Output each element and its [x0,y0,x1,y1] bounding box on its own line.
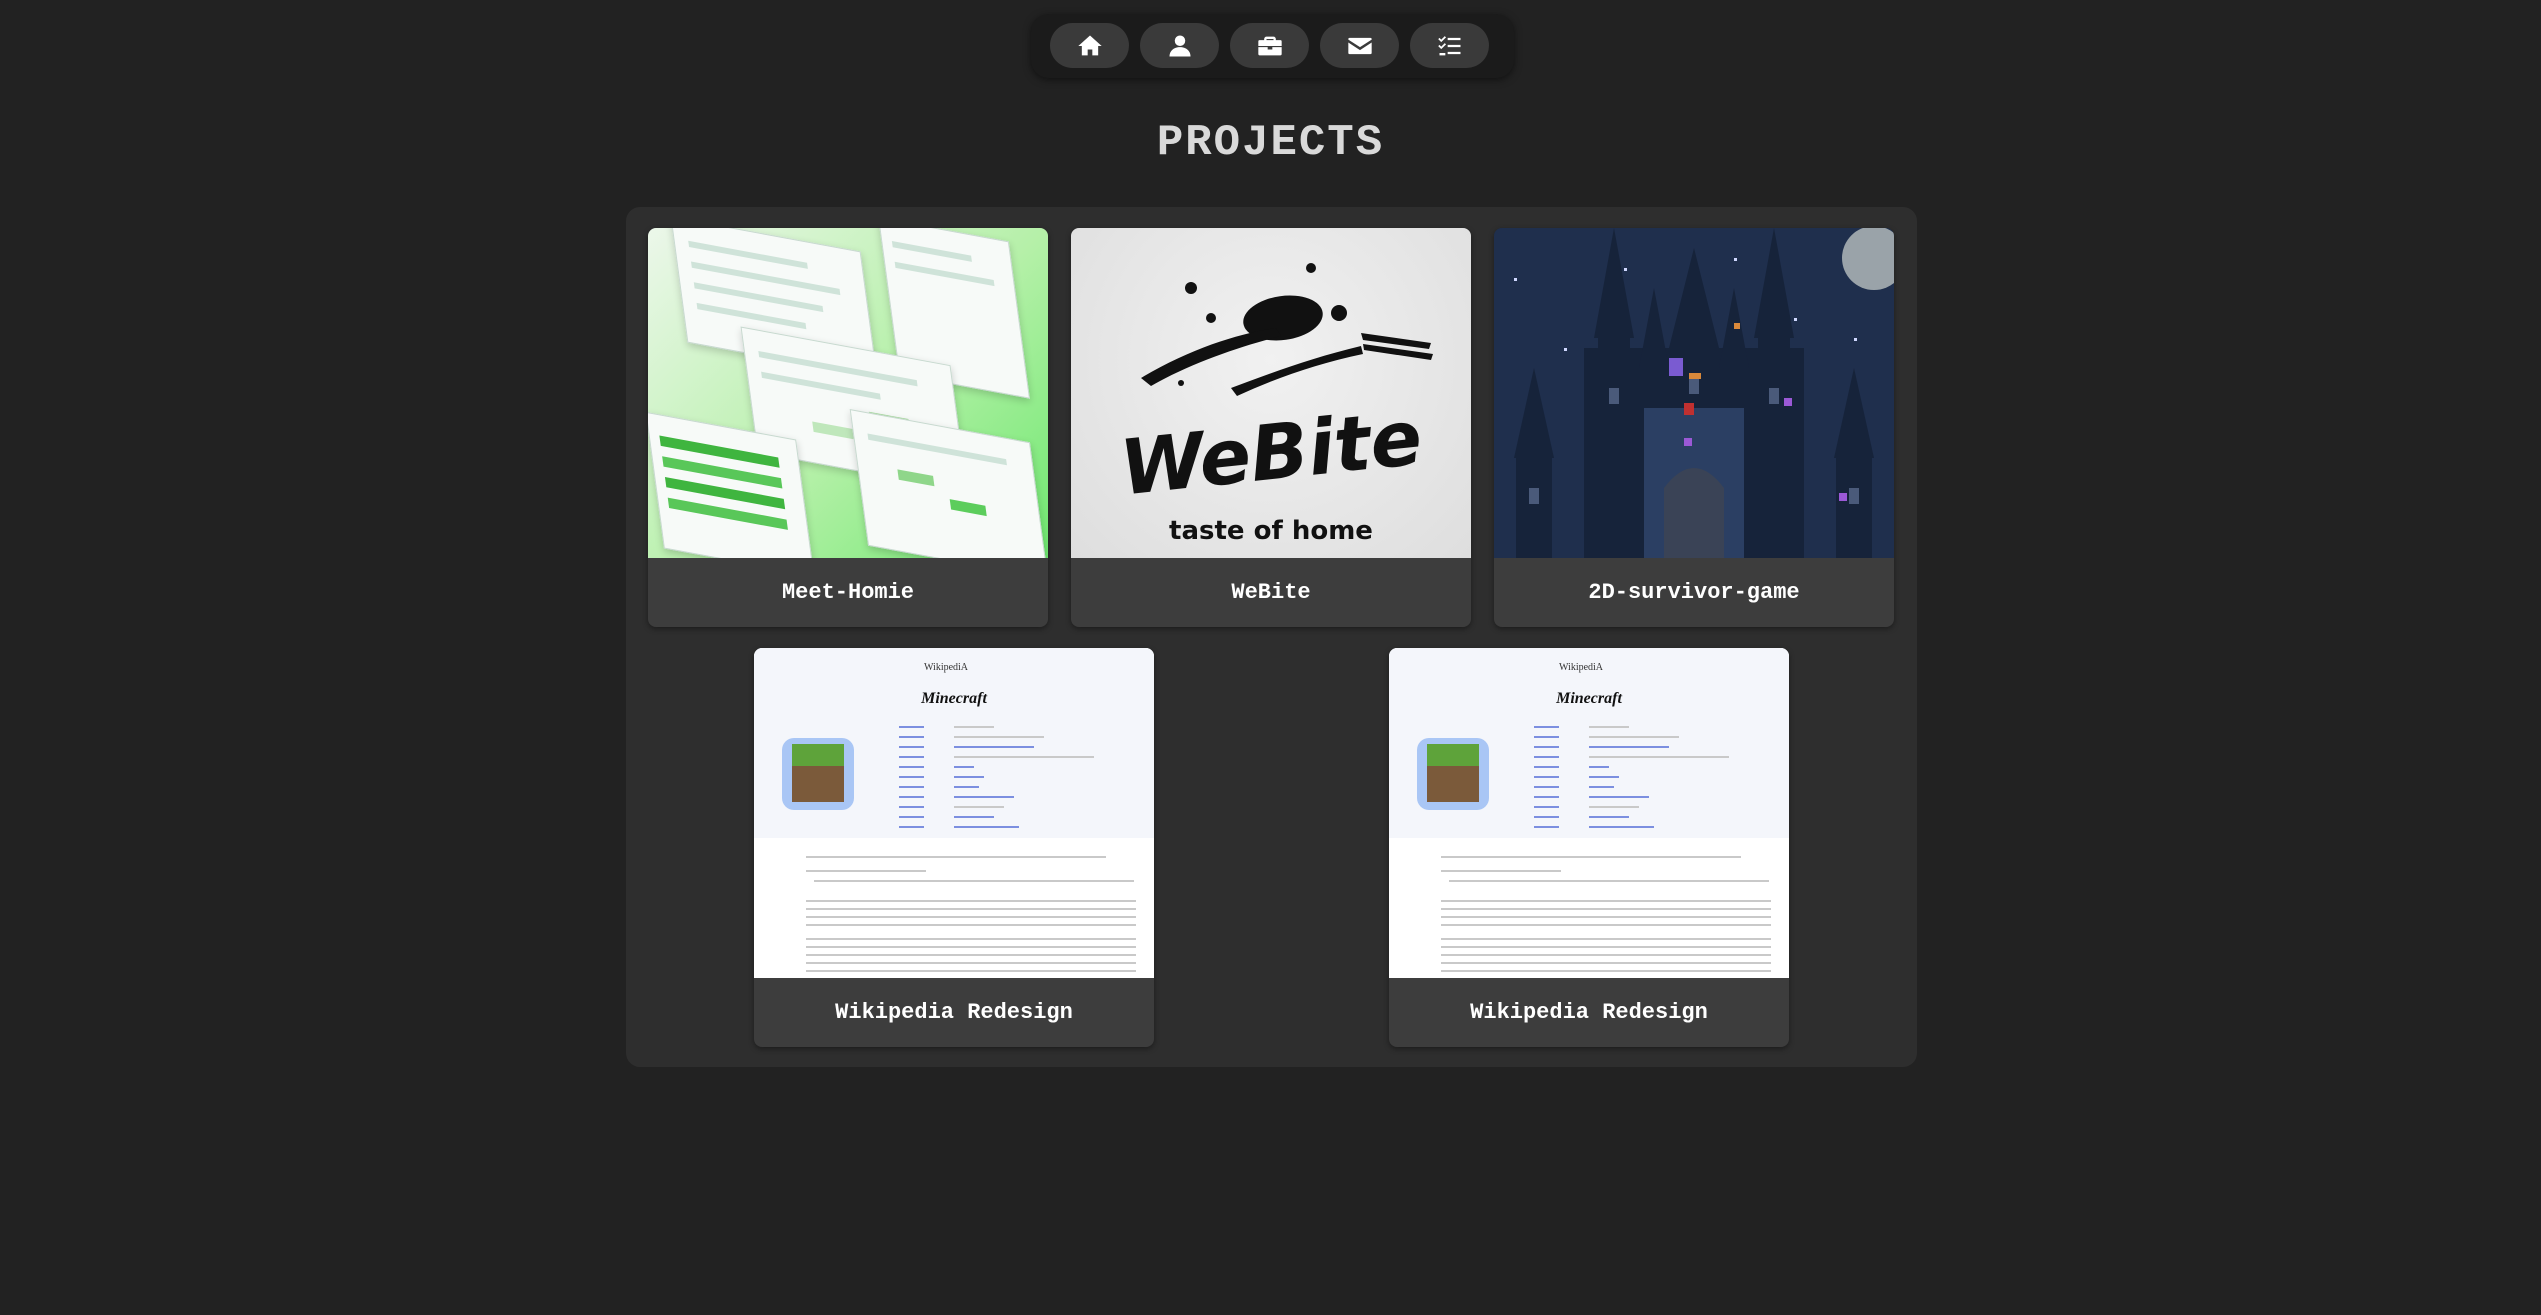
project-thumbnail: WikipediA Minecraft [1389,648,1789,978]
thumbnail-site-name: WikipediA [1559,662,1604,673]
nav-home-button[interactable] [1050,23,1129,68]
project-card-webite[interactable]: WeBite taste of home WeBite [1071,228,1471,627]
thumbnail-site-name: WikipediA [924,662,969,673]
projects-grid: Meet-Homie WeBite taste of home WeBite 2… [626,207,1917,1067]
project-thumbnail [1494,228,1894,558]
project-title: Wikipedia Redesign [1470,1000,1708,1025]
checklist-icon [1437,35,1460,55]
top-nav [1031,14,1514,78]
project-title: WeBite [1231,580,1311,605]
pixel-castle-art [1494,228,1894,558]
project-card-wikipedia-redesign[interactable]: WikipediA Minecraft Wikipedia Redesign [754,648,1154,1047]
home-icon [1077,35,1102,55]
briefcase-icon [1257,36,1282,55]
nav-projects-button[interactable] [1410,23,1489,68]
project-card-meet-homie[interactable]: Meet-Homie [648,228,1048,627]
project-title: Wikipedia Redesign [835,1000,1073,1025]
thumbnail-tagline: taste of home [1169,516,1373,546]
thumbnail-heading: Minecraft [1556,690,1622,707]
nav-work-button[interactable] [1230,23,1309,68]
project-title: 2D-survivor-game [1588,580,1800,605]
envelope-icon [1347,37,1372,54]
project-thumbnail [648,228,1048,558]
project-thumbnail: WikipediA Minecraft [754,648,1154,978]
page-title: PROJECTS [1156,118,1385,168]
project-card-2d-survivor-game[interactable]: 2D-survivor-game [1494,228,1894,627]
project-title: Meet-Homie [781,580,915,605]
user-icon [1169,35,1190,56]
project-card-wikipedia-redesign[interactable]: WikipediA Minecraft Wikipedia Redesign [1389,648,1789,1047]
nav-about-button[interactable] [1140,23,1219,68]
nav-contact-button[interactable] [1320,23,1399,68]
thumbnail-heading: Minecraft [921,690,987,707]
project-thumbnail: WeBite taste of home [1071,228,1471,558]
